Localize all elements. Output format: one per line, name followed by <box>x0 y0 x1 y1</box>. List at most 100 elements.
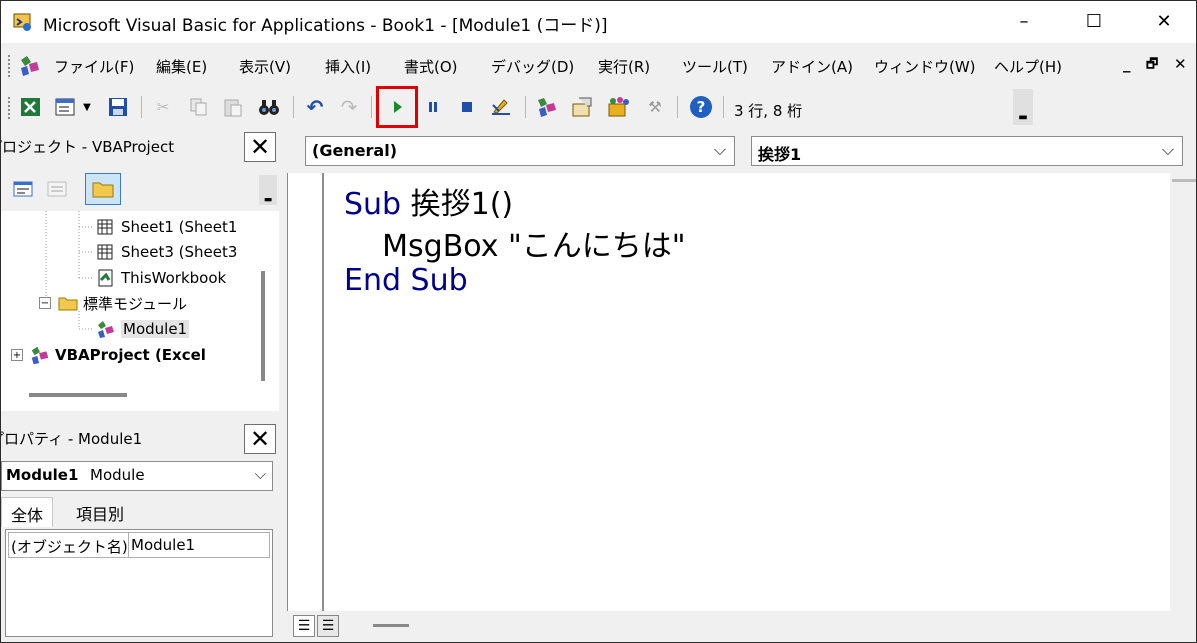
toolbar-separator <box>677 96 678 118</box>
view-object-button[interactable] <box>45 177 69 201</box>
project-tree-vscroll[interactable] <box>249 211 279 391</box>
redo-button[interactable]: ↷ <box>337 95 361 119</box>
menu-format[interactable]: 書式(O) <box>404 56 458 77</box>
toolbar-separator <box>525 96 526 118</box>
procedure-view-button[interactable]: ☰ <box>293 615 315 637</box>
code-line-3[interactable]: End Sub <box>344 263 468 298</box>
toolbar-grip[interactable] <box>8 97 11 119</box>
close-button[interactable]: ✕ <box>1129 1 1196 41</box>
menu-insert[interactable]: 挿入(I) <box>325 56 371 77</box>
procedure-combo[interactable]: 挨拶1 ⌵ <box>751 136 1183 166</box>
code-line-2[interactable]: MsgBox "こんにちは" <box>344 221 685 265</box>
code-hscroll-thumb[interactable] <box>373 624 409 627</box>
scroll-thumb[interactable] <box>261 271 265 381</box>
undo-button[interactable]: ↶ <box>303 95 327 119</box>
menu-debug[interactable]: デバッグ(D) <box>491 56 574 77</box>
vba-app-icon <box>13 13 31 31</box>
expand-icon[interactable]: + <box>11 349 23 361</box>
toolbar-options-button[interactable]: ▬ <box>1013 89 1033 125</box>
userform-icon <box>55 98 75 116</box>
property-value[interactable]: Module1 <box>129 533 197 557</box>
reset-button[interactable] <box>455 95 479 119</box>
break-button[interactable] <box>421 95 445 119</box>
project-tree-hscroll[interactable] <box>1 391 279 411</box>
code-text: 挨拶1() <box>401 187 514 222</box>
menu-addins[interactable]: アドイン(A) <box>771 56 853 77</box>
project-explorer-button[interactable] <box>535 95 559 119</box>
folder-icon <box>57 293 79 313</box>
object-type: Module <box>90 466 145 484</box>
toolbar-separator <box>141 96 142 118</box>
toggle-folders-button[interactable] <box>85 173 121 205</box>
split-bar[interactable] <box>1172 179 1196 182</box>
code-margin[interactable] <box>288 173 324 611</box>
view-excel-button[interactable] <box>19 95 43 119</box>
menu-file[interactable]: ファイル(F) <box>54 56 134 77</box>
properties-object-select[interactable]: Module1 Module ⌵ <box>1 461 273 491</box>
mdi-restore-button[interactable]: 🗗 <box>1146 55 1158 77</box>
collapse-icon[interactable]: − <box>39 297 51 309</box>
full-module-view-button[interactable]: ☰ <box>317 615 339 637</box>
scroll-thumb[interactable] <box>29 393 127 397</box>
menu-grip[interactable] <box>8 55 11 77</box>
title-bar: Microsoft Visual Basic for Applications … <box>1 1 1196 43</box>
mdi-close-button[interactable]: ✕ <box>1174 55 1187 73</box>
maximize-button[interactable]: ☐ <box>1059 1 1129 41</box>
tree-item-sheet3[interactable]: Sheet3 (Sheet3 <box>95 240 237 264</box>
tab-alphabetic[interactable]: 全体 <box>1 497 54 527</box>
paste-button[interactable] <box>221 95 245 119</box>
view-code-button[interactable] <box>11 177 35 201</box>
binoculars-icon <box>259 100 279 115</box>
code-vscroll[interactable] <box>1170 173 1196 611</box>
tree-item-vbaproject-excel[interactable]: + VBAProject (Excel <box>11 343 206 367</box>
insert-dropdown-icon[interactable]: ▼ <box>81 95 93 119</box>
mdi-minimize-button[interactable]: _ <box>1123 55 1131 73</box>
design-mode-button[interactable] <box>489 95 513 119</box>
properties-tabs: 全体 項目別 <box>1 495 279 529</box>
menu-help[interactable]: ヘルプ(H) <box>994 56 1062 77</box>
menu-run[interactable]: 実行(R) <box>598 56 650 77</box>
chevron-down-icon: ⌵ <box>713 140 726 159</box>
save-button[interactable] <box>106 95 130 119</box>
vba-project-icon[interactable] <box>17 54 43 78</box>
pause-icon <box>429 102 437 112</box>
property-row[interactable]: (オブジェクト名) Module1 <box>8 532 270 558</box>
tree-item-thisworkbook[interactable]: ThisWorkbook <box>95 266 226 290</box>
minimize-button[interactable]: – <box>989 1 1059 41</box>
tree-item-sheet1[interactable]: Sheet1 (Sheet1 <box>95 215 237 239</box>
tree-item-module1[interactable]: Module1 <box>95 317 190 341</box>
object-browser-button[interactable] <box>607 95 631 119</box>
project-panel-title: プロジェクト - VBAProject <box>0 138 175 156</box>
project-toolbar-options[interactable]: ▬ <box>259 175 277 205</box>
project-panel-close-button[interactable]: ✕ <box>244 132 276 162</box>
menu-window[interactable]: ウィンドウ(W) <box>874 56 976 77</box>
copy-button[interactable] <box>187 95 211 119</box>
view-object-icon <box>47 181 67 197</box>
cut-button[interactable]: ✂ <box>151 95 175 119</box>
code-editor[interactable]: Sub 挨拶1() MsgBox "こんにちは" End Sub <box>287 173 1196 611</box>
insert-userform-button[interactable] <box>53 95 77 119</box>
help-icon: ? <box>690 96 712 118</box>
tab-categorized[interactable]: 項目別 <box>67 497 133 527</box>
menu-tools[interactable]: ツール(T) <box>682 56 748 77</box>
toolbox-button[interactable]: ⚒ <box>643 95 667 119</box>
close-icon: ✕ <box>249 425 271 453</box>
cursor-position: 3 行, 8 桁 <box>734 102 803 120</box>
menu-edit[interactable]: 編集(E) <box>156 56 207 77</box>
project-panel-toolbar: ▬ <box>1 169 279 209</box>
code-line-1[interactable]: Sub 挨拶1() <box>344 179 513 223</box>
object-combo[interactable]: (General) ⌵ <box>305 136 735 166</box>
minimize-icon: – <box>1019 10 1029 32</box>
menu-view[interactable]: 表示(V) <box>239 56 291 77</box>
undo-icon: ↶ <box>306 95 324 119</box>
properties-window-button[interactable] <box>571 95 595 119</box>
paste-icon <box>224 99 242 117</box>
code-window-header: (General) ⌵ 挨拶1 ⌵ <box>287 131 1196 171</box>
help-button[interactable]: ? <box>689 95 713 119</box>
properties-panel-close-button[interactable]: ✕ <box>244 424 276 454</box>
find-button[interactable] <box>257 95 281 119</box>
toolbar-separator <box>371 96 372 118</box>
code-keyword: Sub <box>344 187 402 222</box>
toolbar-separator <box>293 96 294 118</box>
tree-item-standard-modules[interactable]: − 標準モジュール <box>39 291 187 315</box>
